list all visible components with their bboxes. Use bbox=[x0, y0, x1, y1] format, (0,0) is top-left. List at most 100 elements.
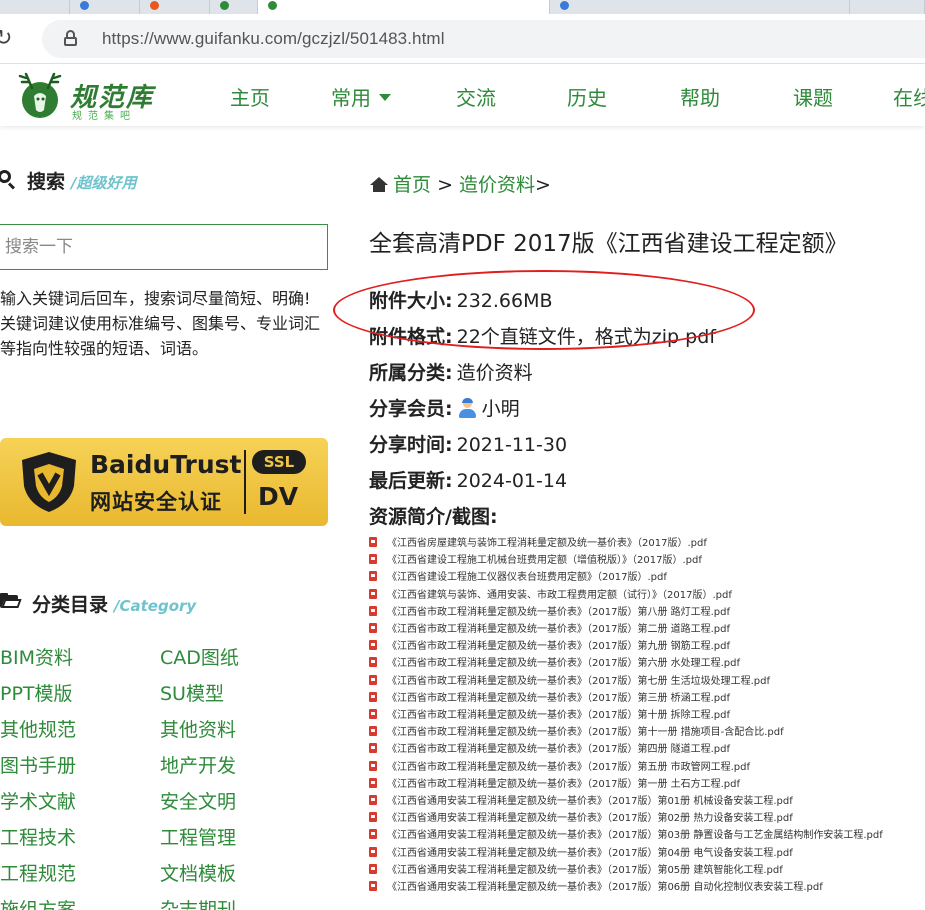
file-list-item: 《江西省市政工程消耗量定额及统一基价表》（2017版）第九册 钢筋工程.pdf bbox=[369, 637, 730, 654]
nav-item-common[interactable]: 常用 bbox=[331, 82, 391, 111]
category-link[interactable]: PPT模版 bbox=[0, 679, 73, 706]
search-input[interactable] bbox=[0, 224, 328, 270]
meta-label: 分享时间: bbox=[369, 434, 453, 456]
breadcrumb-home[interactable]: 首页 bbox=[370, 174, 431, 196]
meta-value[interactable]: 造价资料 bbox=[457, 362, 533, 384]
category-link[interactable]: 图书手册 bbox=[0, 751, 76, 778]
category-link[interactable]: 地产开发 bbox=[160, 751, 236, 778]
breadcrumb: 首页 > 造价资料> bbox=[370, 170, 551, 197]
file-name: 《江西省通用安装工程消耗量定额及统一基价表》（2017版）第05册 建筑智能化工… bbox=[387, 864, 783, 876]
category-link[interactable]: 其他规范 bbox=[0, 715, 76, 742]
category-link[interactable]: 工程技术 bbox=[0, 823, 76, 850]
pdf-file-icon bbox=[369, 726, 377, 737]
pdf-file-icon bbox=[369, 760, 377, 771]
pdf-file-icon bbox=[369, 554, 377, 565]
browser-tab[interactable] bbox=[0, 0, 70, 14]
browser-tab[interactable] bbox=[70, 0, 140, 14]
category-link[interactable]: 工程规范 bbox=[0, 859, 76, 886]
meta-category: 所属分类: 造价资料 bbox=[369, 358, 533, 385]
file-list-item: 《江西省建筑与装饰、通用安装、市政工程费用定额（试行）》（2017版）.pdf bbox=[369, 586, 732, 603]
pdf-file-icon bbox=[369, 863, 377, 874]
category-link[interactable]: 杂志期刊 bbox=[160, 895, 236, 910]
category-link[interactable]: 工程管理 bbox=[160, 823, 236, 850]
file-name: 《江西省市政工程消耗量定额及统一基价表》（2017版）第五册 市政管网工程.pd… bbox=[387, 761, 751, 773]
browser-tab-active[interactable] bbox=[258, 0, 550, 14]
meta-label: 资源简介/截图: bbox=[369, 506, 498, 528]
breadcrumb-section[interactable]: 造价资料 bbox=[459, 174, 535, 196]
file-list-item: 《江西省市政工程消耗量定额及统一基价表》（2017版）第一册 土石方工程.pdf bbox=[369, 775, 740, 792]
meta-member: 分享会员: 小明 bbox=[369, 394, 520, 421]
browser-tab[interactable] bbox=[850, 0, 925, 14]
badge-divider bbox=[244, 450, 246, 514]
file-name: 《江西省市政工程消耗量定额及统一基价表》（2017版）第十册 拆除工程.pdf bbox=[387, 710, 731, 721]
file-name: 《江西省通用安装工程消耗量定额及统一基价表》（2017版）第04册 电气设备安装… bbox=[387, 847, 793, 859]
browser-tab[interactable] bbox=[140, 0, 210, 14]
home-icon bbox=[370, 177, 388, 192]
nav-item-online[interactable]: 在线 bbox=[893, 82, 925, 111]
file-name: 《江西省市政工程消耗量定额及统一基价表》（2017版）第九册 钢筋工程.pdf bbox=[387, 641, 731, 653]
tab-favicon-icon bbox=[150, 1, 159, 10]
category-link[interactable]: 施组方案 bbox=[0, 895, 76, 910]
pdf-file-icon bbox=[369, 691, 377, 702]
meta-format: 附件格式: 22个直链文件，格式为zip pdf bbox=[369, 322, 716, 349]
category-link[interactable]: 其他资料 bbox=[160, 715, 236, 742]
url-text[interactable]: https://www.guifanku.com/gczjzl/501483.h… bbox=[102, 29, 445, 49]
logo-tagline: 规范集吧 bbox=[72, 111, 136, 122]
category-link[interactable]: 文档模板 bbox=[160, 859, 236, 886]
site-logo[interactable]: 规范库 规范集吧 bbox=[14, 68, 164, 124]
search-hint: 输入关键词后回车，搜索词尽量简短、明确! 关键词建议使用标准编号、图集号、专业词… bbox=[0, 286, 325, 361]
meta-label: 附件格式: bbox=[369, 326, 453, 348]
lock-icon[interactable] bbox=[64, 30, 77, 46]
omnibox[interactable]: https://www.guifanku.com/gczjzl/501483.h… bbox=[42, 20, 925, 58]
file-list-item: 《江西省通用安装工程消耗量定额及统一基价表》（2017版）第04册 电气设备安装… bbox=[369, 844, 793, 861]
search-hint-line: 输入关键词后回车，搜索词尽量简短、明确! bbox=[0, 289, 311, 308]
nav-item-exchange[interactable]: 交流 bbox=[456, 82, 496, 111]
meta-intro: 资源简介/截图: bbox=[369, 502, 498, 529]
file-name: 《江西省市政工程消耗量定额及统一基价表》（2017版）第四册 隧道工程.pdf bbox=[387, 744, 731, 756]
breadcrumb-home-label: 首页 bbox=[393, 174, 432, 196]
nav-item-topics[interactable]: 课题 bbox=[793, 82, 833, 111]
meta-share-time: 分享时间: 2021-11-30 bbox=[369, 430, 567, 457]
file-name: 《江西省市政工程消耗量定额及统一基价表》（2017版）第八册 路灯工程.pdf bbox=[387, 606, 731, 618]
folder-open-icon bbox=[0, 593, 22, 609]
meta-member-value[interactable]: 小明 bbox=[457, 398, 520, 420]
file-list-item: 《江西省市政工程消耗量定额及统一基价表》（2017版）第七册 生活垃圾处理工程.… bbox=[369, 672, 770, 689]
pdf-file-icon bbox=[369, 795, 377, 805]
baidu-trust-badge[interactable]: BaiduTrust 网站安全认证 SSL DV bbox=[0, 438, 328, 526]
file-name: 《江西省市政工程消耗量定额及统一基价表》（2017版）第一册 土石方工程.pdf bbox=[387, 778, 741, 790]
category-link[interactable]: 安全文明 bbox=[160, 787, 236, 814]
pdf-file-icon bbox=[369, 571, 377, 582]
file-name: 《江西省市政工程消耗量定额及统一基价表》（2017版）第二册 道路工程.pdf bbox=[387, 624, 731, 635]
category-section-title: 分类目录/Category bbox=[32, 590, 196, 617]
nav-item-help[interactable]: 帮助 bbox=[680, 82, 720, 111]
file-name: 《江西省建筑与装饰、通用安装、市政工程费用定额（试行）》（2017版）.pdf bbox=[387, 589, 732, 601]
file-name: 《江西省通用安装工程消耗量定额及统一基价表》（2017版）第01册 机械设备安装… bbox=[387, 796, 793, 807]
pdf-file-icon bbox=[369, 812, 377, 823]
nav-item-home[interactable]: 主页 bbox=[230, 82, 270, 111]
reload-icon[interactable]: ↻ bbox=[0, 26, 12, 51]
file-list-item: 《江西省市政工程消耗量定额及统一基价表》（2017版）第十册 拆除工程.pdf bbox=[369, 706, 730, 723]
site-header: 规范库 规范集吧 主页 常用 交流 历史 帮助 课题 在线 bbox=[0, 64, 925, 126]
browser-tab[interactable] bbox=[210, 0, 258, 14]
pdf-file-icon bbox=[369, 623, 377, 633]
file-name: 《江西省房屋建筑与装饰工程消耗量定额及统一基价表》（2017版）.pdf bbox=[387, 538, 707, 549]
meta-value: 2024-01-14 bbox=[456, 470, 568, 492]
file-name: 《江西省建设工程施工机械台班费用定额（增值税版）》（2017版）.pdf bbox=[387, 555, 702, 567]
search-section-title: 搜索/超级好用 bbox=[27, 167, 137, 194]
tab-favicon-icon bbox=[80, 1, 89, 10]
category-link[interactable]: BIM资料 bbox=[0, 643, 73, 670]
pdf-file-icon bbox=[369, 588, 377, 599]
browser-tab[interactable] bbox=[550, 0, 850, 14]
category-subtitle: /Category bbox=[114, 597, 197, 615]
nav-item-history[interactable]: 历史 bbox=[567, 82, 607, 111]
category-link[interactable]: CAD图纸 bbox=[160, 643, 239, 670]
category-link[interactable]: 学术文献 bbox=[0, 787, 76, 814]
category-link[interactable]: SU模型 bbox=[160, 679, 224, 706]
ssl-pill: SSL bbox=[252, 450, 306, 474]
meta-size: 附件大小: 232.66MB bbox=[369, 286, 553, 313]
page-title: 全套高清PDF 2017版《江西省建设工程定额》 bbox=[369, 231, 848, 257]
search-hint-line: 关键词建议使用标准编号、图集号、专业词汇等指向性较强的短语、词语。 bbox=[0, 314, 321, 358]
caret-down-icon bbox=[379, 94, 391, 101]
address-bar: ↻ https://www.guifanku.com/gczjzl/501483… bbox=[0, 14, 925, 64]
file-name: 《江西省通用安装工程消耗量定额及统一基价表》（2017版）第03册 静置设备与工… bbox=[387, 830, 883, 842]
